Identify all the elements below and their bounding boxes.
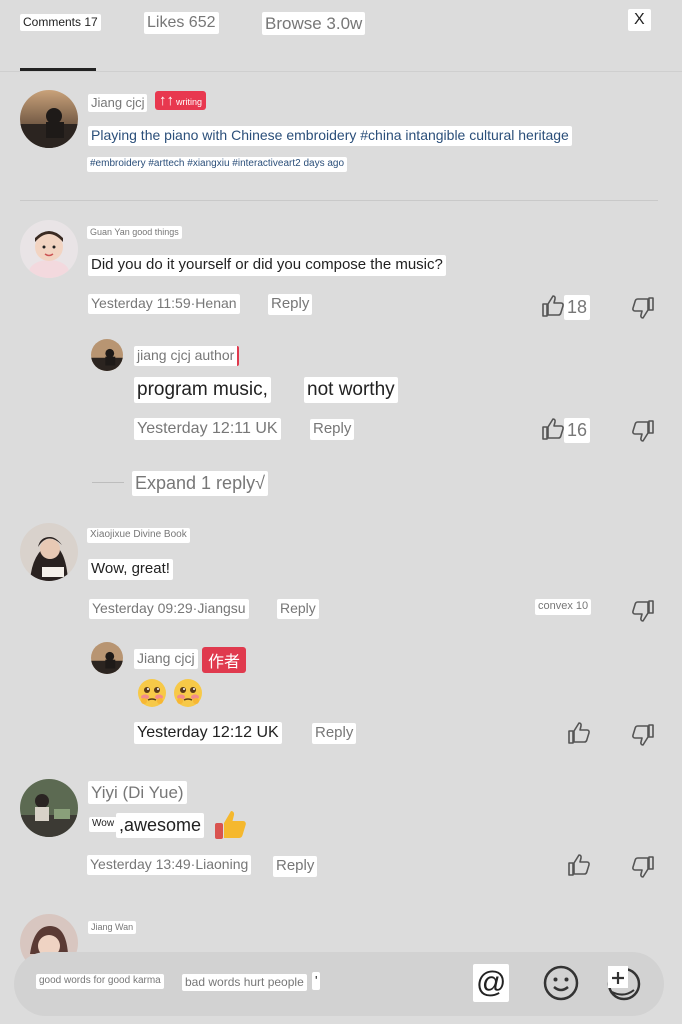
dislike-icon[interactable] [630, 598, 656, 624]
reply-author-name[interactable]: Jiang cjcj [134, 649, 198, 669]
writing-badge: ↑↑ writing [155, 91, 207, 110]
reply-button[interactable]: Reply [268, 294, 313, 315]
post-tags-time[interactable]: #embroidery #arttech #xiangxiu #interact… [87, 157, 348, 172]
post-author-avatar[interactable] [20, 90, 78, 148]
input-hint-quote: ' [312, 972, 321, 991]
commenter-avatar[interactable] [20, 220, 78, 278]
like-icon[interactable] [566, 852, 592, 878]
like-count: 16 [564, 418, 591, 443]
dislike-icon[interactable] [630, 854, 656, 880]
writing-badge-text: writing [176, 97, 203, 107]
tab-comments[interactable]: Comments 17 [20, 14, 101, 31]
comment-meta: Yesterday 11:59·Henan [88, 294, 240, 314]
comment-text: Wow, great! [88, 559, 173, 580]
post-divider [20, 200, 658, 201]
like-count: 18 [564, 295, 591, 320]
dislike-icon[interactable] [630, 418, 656, 444]
post-title[interactable]: Playing the piano with Chinese embroider… [88, 126, 572, 146]
tab-likes[interactable]: Likes 652 [144, 12, 219, 34]
dislike-icon[interactable] [630, 722, 656, 748]
thumbs-up-emoji [212, 808, 248, 842]
reply-meta: Yesterday 12:11 UK [134, 418, 281, 440]
tab-browse[interactable]: Browse 3.0w [262, 12, 366, 36]
reply-meta: Yesterday 12:12 UK [134, 722, 282, 744]
like-icon[interactable] [540, 416, 566, 442]
reply-emoji-row [136, 677, 204, 714]
comment-author-name[interactable]: Guan Yan good things [87, 226, 182, 240]
comment-author-name[interactable]: Xiaojixue Divine Book [87, 528, 190, 543]
comment-text-small: Wow [89, 817, 118, 832]
reply-text-part2: not worthy [304, 377, 398, 403]
commenter-avatar[interactable] [20, 523, 78, 581]
author-badge: 作者 [202, 647, 247, 673]
reply-author-avatar[interactable] [91, 642, 123, 674]
add-more-icon[interactable] [604, 964, 644, 1002]
reply-reply-button[interactable]: Reply [312, 723, 357, 744]
reply-button[interactable]: Reply [277, 599, 319, 619]
reply-reply-button[interactable]: Reply [310, 419, 355, 440]
comment-input-bar[interactable]: good words for good karma bad words hurt… [14, 952, 664, 1016]
emoji-picker-icon[interactable] [542, 964, 580, 1002]
dislike-icon[interactable] [630, 295, 656, 321]
comment-author-name[interactable]: Jiang Wan [88, 921, 137, 935]
post-author-name[interactable]: Jiang cjcj [88, 94, 148, 113]
commenter-avatar[interactable] [20, 779, 78, 837]
input-hint-good-words[interactable]: good words for good karma [36, 974, 164, 989]
close-button[interactable]: X [628, 9, 651, 31]
pleading-face-emoji [136, 677, 168, 709]
input-hint-bad-words[interactable]: bad words hurt people [182, 974, 307, 991]
comment-text-big: ,awesome [116, 813, 205, 838]
expand-divider [92, 482, 124, 483]
reply-author-avatar[interactable] [91, 339, 123, 371]
like-icon[interactable] [566, 720, 592, 746]
expand-replies-button[interactable]: Expand 1 reply√ [132, 471, 268, 496]
comment-tabs: Comments 17 Likes 652 Browse 3.0w X [0, 0, 682, 72]
like-icon[interactable] [540, 293, 566, 319]
comment-meta: Yesterday 09:29·Jiangsu [89, 599, 249, 619]
like-count[interactable]: convex 10 [535, 599, 592, 615]
pleading-face-emoji [172, 677, 204, 709]
reply-button[interactable]: Reply [273, 856, 318, 877]
comment-text: Did you do it yourself or did you compos… [88, 255, 446, 276]
reply-author-name[interactable]: jiang cjcj author [134, 346, 240, 366]
comment-meta: Yesterday 13:49·Liaoning [87, 855, 252, 875]
reply-text-part1: program music, [134, 377, 271, 403]
writing-badge-glyph: ↑↑ [159, 92, 174, 109]
active-tab-indicator [20, 68, 96, 71]
mention-button[interactable]: @ [473, 964, 510, 1002]
comment-author-name[interactable]: Yiyi (Di Yue) [88, 781, 187, 805]
